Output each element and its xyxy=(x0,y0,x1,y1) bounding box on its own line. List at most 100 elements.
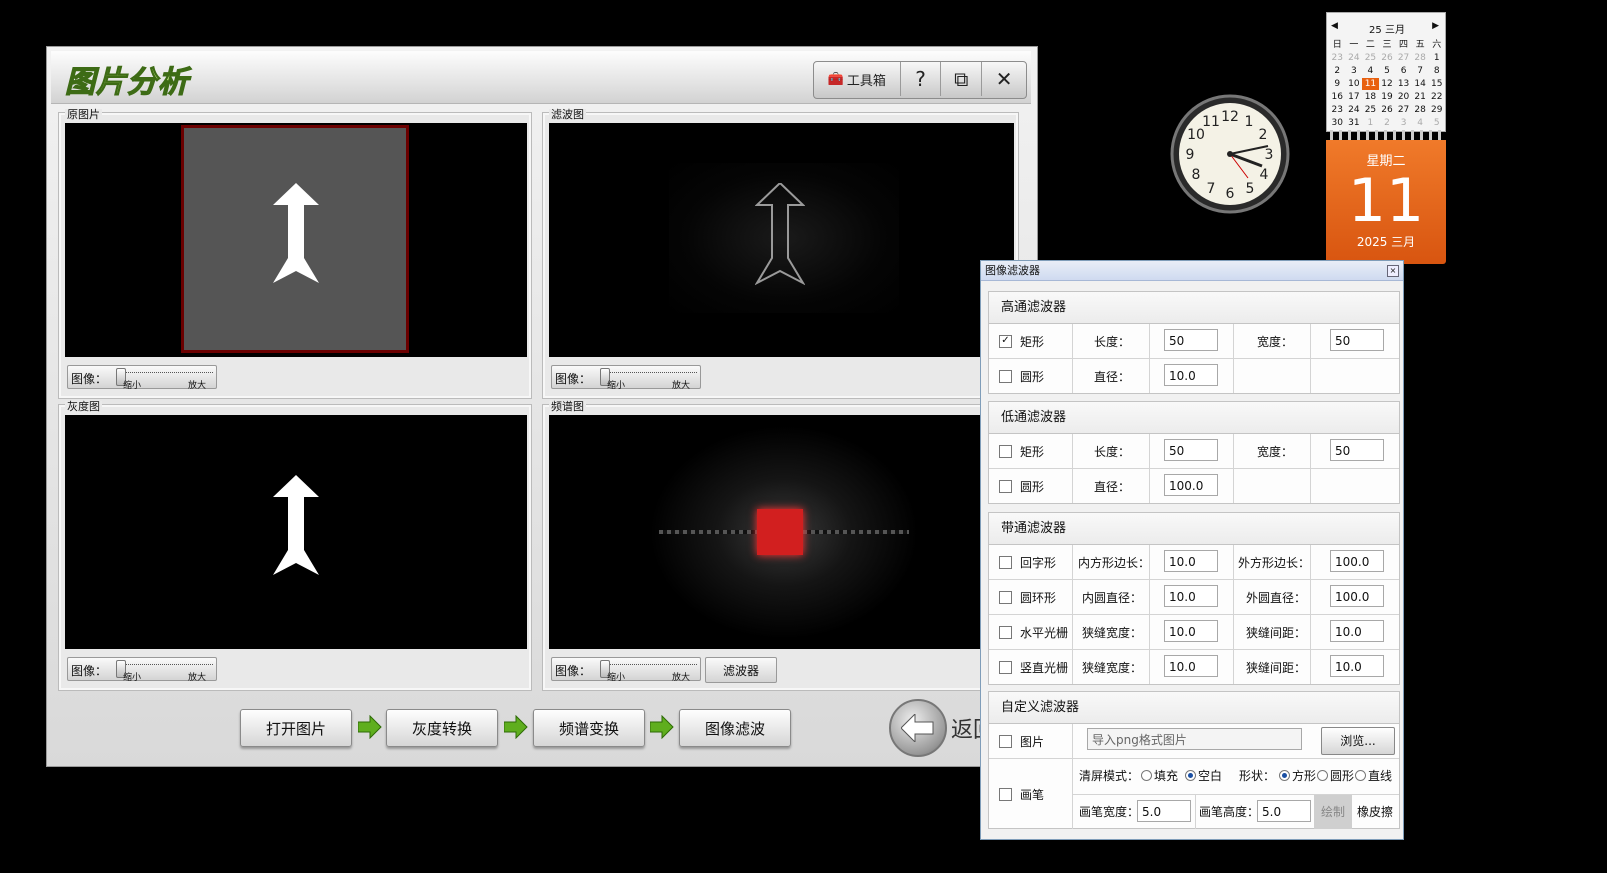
dialog-title-bar[interactable]: 图像滤波器 × xyxy=(981,261,1403,281)
line-radio[interactable]: 直线 xyxy=(1351,759,1392,794)
fill-radio[interactable]: 填充 xyxy=(1137,759,1178,794)
custom-image-checkbox[interactable]: 图片 xyxy=(999,724,1044,758)
calendar-day[interactable]: 13 xyxy=(1395,78,1412,90)
gray-image-canvas[interactable] xyxy=(65,415,527,649)
calendar-day[interactable]: 7 xyxy=(1412,65,1429,77)
calendar-day[interactable]: 3 xyxy=(1395,117,1412,129)
calendar-widget[interactable]: ◀ 25 三月 ▶ 日一二三四五六 23 24 25 26 27 28 1 2 3 4 5 6 7 8 9 10… xyxy=(1326,12,1446,264)
calendar-day[interactable]: 21 xyxy=(1412,91,1429,103)
vgrating-checkbox[interactable]: 竖直光栅 xyxy=(999,650,1068,684)
calendar-day[interactable]: 20 xyxy=(1395,91,1412,103)
outer-diameter-input[interactable]: 100.0 xyxy=(1330,585,1384,607)
calendar-day[interactable]: 30 xyxy=(1329,117,1346,129)
highpass-diameter-input[interactable]: 10.0 xyxy=(1164,364,1218,386)
toolbox-button[interactable]: 🧰 工具箱 xyxy=(814,62,901,96)
calendar-day[interactable]: 18 xyxy=(1362,91,1379,103)
browse-button[interactable]: 浏览... xyxy=(1321,727,1395,755)
spectrum-zoom-slider[interactable]: 图像： 缩小 放大 xyxy=(551,657,701,683)
highpass-width-input[interactable]: 50 xyxy=(1330,329,1384,351)
next-month-icon[interactable]: ▶ xyxy=(1432,21,1439,31)
draw-button[interactable]: 绘制 xyxy=(1314,795,1352,829)
calendar-day[interactable]: 27 xyxy=(1395,104,1412,116)
calendar-day[interactable]: 26 xyxy=(1379,52,1396,64)
calendar-day[interactable]: 24 xyxy=(1346,52,1363,64)
v-slit-gap-input[interactable]: 10.0 xyxy=(1330,655,1384,677)
original-zoom-slider[interactable]: 图像： 缩小 放大 xyxy=(67,365,217,391)
calendar-day[interactable]: 16 xyxy=(1329,91,1346,103)
calendar-day[interactable]: 15 xyxy=(1428,78,1445,90)
calendar-day[interactable]: 2 xyxy=(1379,117,1396,129)
calendar-day[interactable]: 17 xyxy=(1346,91,1363,103)
image-filter-button[interactable]: 图像滤波 xyxy=(679,709,791,747)
calendar-day[interactable]: 19 xyxy=(1379,91,1396,103)
calendar-day[interactable]: 8 xyxy=(1428,65,1445,77)
outer-side-input[interactable]: 100.0 xyxy=(1330,550,1384,572)
calendar-day[interactable]: 5 xyxy=(1428,117,1445,129)
png-import-field[interactable]: 导入png格式图片 xyxy=(1087,728,1302,750)
gray-zoom-slider[interactable]: 图像： 缩小 放大 xyxy=(67,657,217,683)
calendar-day[interactable]: 28 xyxy=(1412,104,1429,116)
restore-button[interactable]: ⧉ xyxy=(941,62,983,96)
calendar-day[interactable]: 27 xyxy=(1395,52,1412,64)
calendar-day[interactable]: 22 xyxy=(1428,91,1445,103)
open-image-button[interactable]: 打开图片 xyxy=(240,709,352,747)
dialog-close-icon[interactable]: × xyxy=(1387,265,1399,277)
calendar-day[interactable]: 29 xyxy=(1428,104,1445,116)
calendar-day[interactable]: 10 xyxy=(1346,78,1363,90)
brush-checkbox[interactable]: 画笔 xyxy=(999,777,1044,811)
calendar-day[interactable]: 3 xyxy=(1346,65,1363,77)
hgrating-checkbox[interactable]: 水平光栅 xyxy=(999,615,1068,649)
lowpass-width-input[interactable]: 50 xyxy=(1330,439,1384,461)
original-image-canvas[interactable] xyxy=(65,123,527,357)
circle-radio[interactable]: 圆形 xyxy=(1313,759,1354,794)
calendar-day[interactable]: 4 xyxy=(1412,117,1429,129)
h-slit-width-input[interactable]: 10.0 xyxy=(1164,620,1218,642)
highpass-rect-checkbox[interactable]: ✓ 矩形 xyxy=(999,324,1044,358)
title-bar[interactable]: 图片分析 🧰 工具箱 ? ⧉ ✕ xyxy=(51,51,1031,104)
h-slit-gap-input[interactable]: 10.0 xyxy=(1330,620,1384,642)
v-slit-width-input[interactable]: 10.0 xyxy=(1164,655,1218,677)
eraser-button[interactable]: 橡皮擦 xyxy=(1357,795,1393,829)
lowpass-diameter-input[interactable]: 100.0 xyxy=(1164,474,1218,496)
spectrum-transform-button[interactable]: 频谱变换 xyxy=(533,709,645,747)
brush-width-input[interactable]: 5.0 xyxy=(1137,800,1191,822)
calendar-day[interactable]: 1 xyxy=(1428,52,1445,64)
ring-checkbox[interactable]: 圆环形 xyxy=(999,580,1056,614)
calendar-day[interactable]: 12 xyxy=(1379,78,1396,90)
calendar-day[interactable]: 4 xyxy=(1362,65,1379,77)
calendar-day[interactable]: 25 xyxy=(1362,104,1379,116)
help-button[interactable]: ? xyxy=(901,62,942,96)
calendar-day[interactable]: 6 xyxy=(1395,65,1412,77)
lowpass-length-input[interactable]: 50 xyxy=(1164,439,1218,461)
calendar-day[interactable]: 23 xyxy=(1329,104,1346,116)
brush-height-input[interactable]: 5.0 xyxy=(1257,800,1311,822)
lowpass-rect-checkbox[interactable]: 矩形 xyxy=(999,434,1044,468)
calendar-day[interactable]: 25 xyxy=(1362,52,1379,64)
blank-radio[interactable]: 空白 xyxy=(1181,759,1222,794)
calendar-day[interactable]: 24 xyxy=(1346,104,1363,116)
calendar-day[interactable]: 11 xyxy=(1362,78,1379,90)
inner-diameter-input[interactable]: 10.0 xyxy=(1164,585,1218,607)
highpass-length-input[interactable]: 50 xyxy=(1164,329,1218,351)
filter-button[interactable]: 滤波器 xyxy=(705,657,777,683)
calendar-day[interactable]: 9 xyxy=(1329,78,1346,90)
spectrum-image-canvas[interactable] xyxy=(549,415,1014,649)
clock-widget[interactable]: 12 1 2 345 678 9 10 11 xyxy=(1170,94,1290,214)
filtered-zoom-slider[interactable]: 图像： 缩小 放大 xyxy=(551,365,701,391)
calendar-day[interactable]: 28 xyxy=(1412,52,1429,64)
calendar-day[interactable]: 5 xyxy=(1379,65,1396,77)
calendar-day[interactable]: 1 xyxy=(1362,117,1379,129)
calendar-day[interactable]: 23 xyxy=(1329,52,1346,64)
square-radio[interactable]: 方形 xyxy=(1275,759,1316,794)
filtered-image-canvas[interactable] xyxy=(549,123,1014,357)
calendar-day[interactable]: 2 xyxy=(1329,65,1346,77)
inner-side-input[interactable]: 10.0 xyxy=(1164,550,1218,572)
highpass-circle-checkbox[interactable]: 圆形 xyxy=(999,359,1044,393)
lowpass-circle-checkbox[interactable]: 圆形 xyxy=(999,469,1044,503)
calendar-day[interactable]: 26 xyxy=(1379,104,1396,116)
square-ring-checkbox[interactable]: 回字形 xyxy=(999,545,1056,579)
gray-convert-button[interactable]: 灰度转换 xyxy=(386,709,498,747)
calendar-day[interactable]: 14 xyxy=(1412,78,1429,90)
close-button[interactable]: ✕ xyxy=(982,62,1026,96)
calendar-day[interactable]: 31 xyxy=(1346,117,1363,129)
